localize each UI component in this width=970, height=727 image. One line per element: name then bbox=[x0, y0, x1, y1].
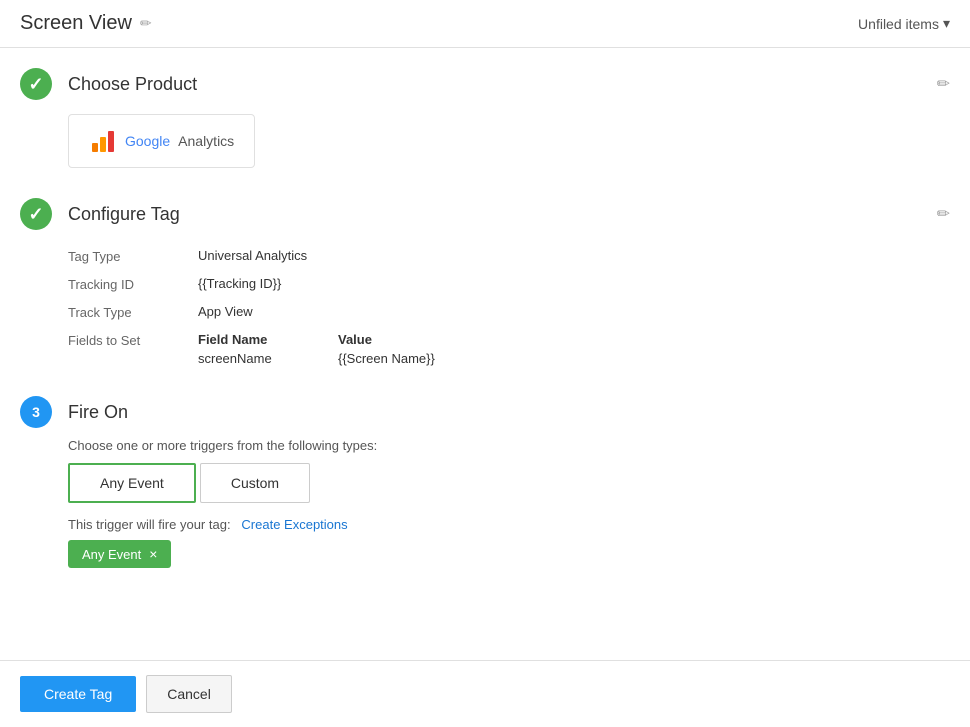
custom-trigger-button[interactable]: Custom bbox=[200, 463, 310, 503]
any-event-chip[interactable]: Any Event × bbox=[68, 540, 171, 568]
section1-edit-icon[interactable]: ✏ bbox=[937, 74, 950, 94]
section1-header: ✓ Choose Product ✏ bbox=[20, 58, 950, 110]
field-name-cell: screenName bbox=[198, 351, 298, 366]
step2-checkmark: ✓ bbox=[28, 204, 43, 225]
top-bar: Screen View ✏ Unfiled items ▾ bbox=[0, 0, 970, 48]
create-tag-button[interactable]: Create Tag bbox=[20, 676, 136, 712]
value-header: Value bbox=[338, 332, 372, 347]
section1-header-left: ✓ Choose Product bbox=[20, 68, 197, 100]
field-value-cell: {{Screen Name}} bbox=[338, 351, 435, 366]
trigger-buttons-group: Any Event Custom bbox=[68, 463, 950, 503]
cancel-button[interactable]: Cancel bbox=[146, 675, 232, 713]
fields-to-set-label: Fields to Set bbox=[68, 332, 198, 366]
step1-circle: ✓ bbox=[20, 68, 52, 100]
page-title: Screen View bbox=[20, 12, 132, 35]
track-type-value: App View bbox=[198, 304, 950, 320]
trigger-chips-area: Any Event × bbox=[68, 540, 950, 568]
ga-google-text: Google bbox=[125, 133, 170, 149]
section1-body: Google Analytics bbox=[20, 110, 950, 178]
section2-edit-icon[interactable]: ✏ bbox=[937, 204, 950, 224]
section-fire-on: 3 Fire On Choose one or more triggers fr… bbox=[20, 386, 950, 578]
step2-circle: ✓ bbox=[20, 198, 52, 230]
page-container: Screen View ✏ Unfiled items ▾ ✓ Choose P… bbox=[0, 0, 970, 727]
section2-body: Tag Type Universal Analytics Tracking ID… bbox=[20, 240, 950, 376]
title-edit-icon[interactable]: ✏ bbox=[140, 15, 152, 32]
section3-header-left: 3 Fire On bbox=[20, 396, 128, 428]
main-content: ✓ Choose Product ✏ Google bbox=[0, 48, 970, 660]
footer: Create Tag Cancel bbox=[0, 660, 970, 727]
section2-header-left: ✓ Configure Tag bbox=[20, 198, 180, 230]
ga-logo-icon bbox=[89, 127, 117, 155]
chevron-down-icon: ▾ bbox=[943, 15, 950, 32]
tracking-id-value: {{Tracking ID}} bbox=[198, 276, 950, 292]
section2-title: Configure Tag bbox=[68, 204, 180, 225]
tracking-id-label: Tracking ID bbox=[68, 276, 198, 292]
any-event-trigger-button[interactable]: Any Event bbox=[68, 463, 196, 503]
section2-header: ✓ Configure Tag ✏ bbox=[20, 188, 950, 240]
tag-type-label: Tag Type bbox=[68, 248, 198, 264]
step3-circle: 3 bbox=[20, 396, 52, 428]
fires-label-text: This trigger will fire your tag: bbox=[68, 517, 231, 532]
google-analytics-card: Google Analytics bbox=[68, 114, 255, 168]
fire-on-description: Choose one or more triggers from the fol… bbox=[68, 438, 950, 453]
chip-close-icon[interactable]: × bbox=[149, 546, 157, 562]
config-table: Tag Type Universal Analytics Tracking ID… bbox=[68, 248, 950, 366]
section3-header: 3 Fire On bbox=[20, 386, 950, 438]
step1-checkmark: ✓ bbox=[28, 74, 43, 95]
unfiled-label: Unfiled items bbox=[858, 16, 939, 32]
section3-body: Choose one or more triggers from the fol… bbox=[20, 438, 950, 578]
track-type-label: Track Type bbox=[68, 304, 198, 320]
tag-type-value: Universal Analytics bbox=[198, 248, 950, 264]
chip-label: Any Event bbox=[82, 547, 141, 562]
fires-label: This trigger will fire your tag: Create … bbox=[68, 517, 950, 532]
section-choose-product: ✓ Choose Product ✏ Google bbox=[20, 58, 950, 178]
section-configure-tag: ✓ Configure Tag ✏ Tag Type Universal Ana… bbox=[20, 188, 950, 376]
page-title-section: Screen View ✏ bbox=[20, 12, 152, 35]
create-exceptions-link[interactable]: Create Exceptions bbox=[241, 517, 347, 532]
field-name-header: Field Name bbox=[198, 332, 298, 347]
fields-data-row: screenName {{Screen Name}} bbox=[198, 351, 950, 366]
section1-title: Choose Product bbox=[68, 74, 197, 95]
ga-analytics-text: Analytics bbox=[178, 133, 234, 149]
unfiled-items-button[interactable]: Unfiled items ▾ bbox=[858, 15, 950, 32]
fields-table: Field Name Value screenName {{Screen Nam… bbox=[198, 332, 950, 366]
fields-header-row: Field Name Value bbox=[198, 332, 950, 347]
step3-number: 3 bbox=[32, 404, 40, 420]
section3-title: Fire On bbox=[68, 402, 128, 423]
